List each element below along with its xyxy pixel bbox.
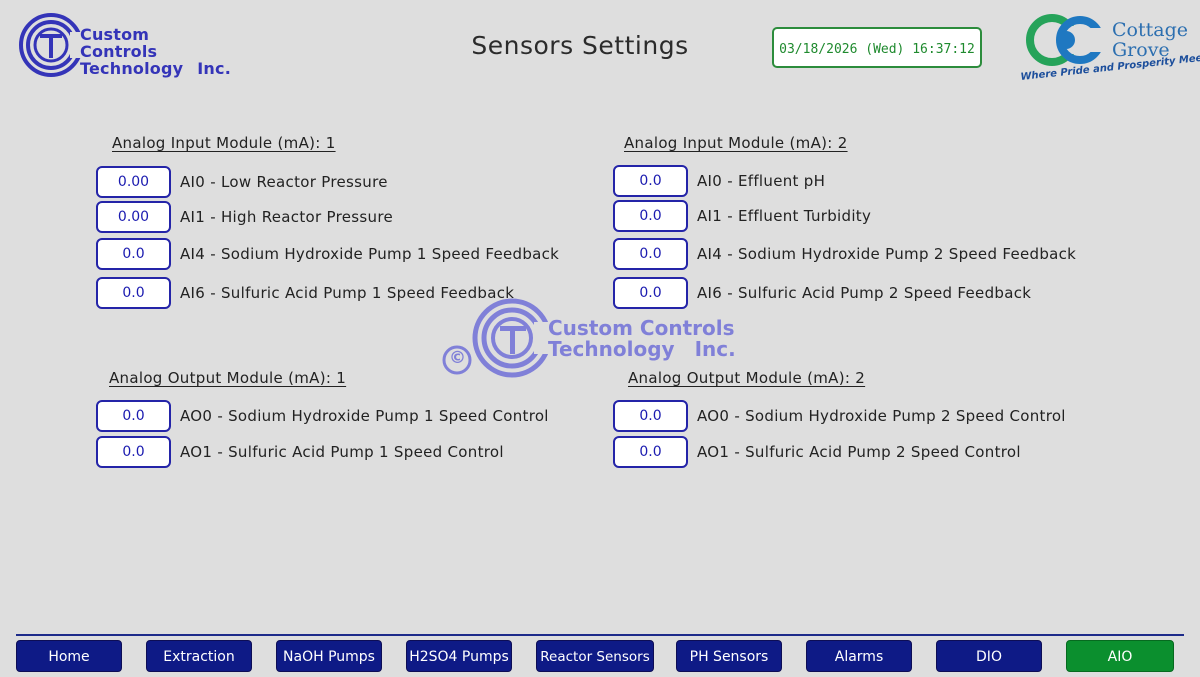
watermark-wordmark: Custom Controls Technology Inc. [548, 316, 736, 361]
ai1-row-ai4: 0.0 AI4 - Sodium Hydroxide Pump 1 Speed … [96, 238, 559, 270]
ao2-ao1-label: AO1 - Sulfuric Acid Pump 2 Speed Control [697, 443, 1021, 461]
cottage-grove-wordmark: Cottage Grove [1112, 19, 1188, 61]
ai1-ai6-value-field[interactable]: 0.0 [96, 277, 171, 309]
watermark-copyright-symbol: © [449, 348, 466, 368]
nav-aio-button[interactable]: AIO [1066, 640, 1174, 672]
ai1-ai0-value-field[interactable]: 0.00 [96, 166, 171, 198]
ai2-row-ai4: 0.0 AI4 - Sodium Hydroxide Pump 2 Speed … [613, 238, 1076, 270]
nav-reactor-sensors-button[interactable]: Reactor Sensors [536, 640, 654, 672]
analog-output-2-title: Analog Output Module (mA): 2 [628, 369, 866, 387]
ai2-ai4-value-field[interactable]: 0.0 [613, 238, 688, 270]
ai1-ai0-label: AI0 - Low Reactor Pressure [180, 173, 388, 191]
ao1-ao1-value-field[interactable]: 0.0 [96, 436, 171, 468]
ai1-ai1-label: AI1 - High Reactor Pressure [180, 208, 393, 226]
ai1-ai4-value-field[interactable]: 0.0 [96, 238, 171, 270]
ao2-row-ao1: 0.0 AO1 - Sulfuric Acid Pump 2 Speed Con… [613, 436, 1021, 468]
analog-input-2-title: Analog Input Module (mA): 2 [624, 134, 848, 152]
nav-naoh-pumps-button[interactable]: NaOH Pumps [276, 640, 382, 672]
nav-dio-button[interactable]: DIO [936, 640, 1042, 672]
ai1-row-ai1: 0.00 AI1 - High Reactor Pressure [96, 201, 393, 233]
nav-h2so4-pumps-button[interactable]: H2SO4 Pumps [406, 640, 512, 672]
nav-alarms-button[interactable]: Alarms [806, 640, 912, 672]
ao1-row-ao1: 0.0 AO1 - Sulfuric Acid Pump 1 Speed Con… [96, 436, 504, 468]
ai2-row-ai0: 0.0 AI0 - Effluent pH [613, 165, 825, 197]
ai2-ai0-label: AI0 - Effluent pH [697, 172, 826, 190]
page-title: Sensors Settings [471, 31, 689, 60]
ao1-ao1-label: AO1 - Sulfuric Acid Pump 1 Speed Control [180, 443, 504, 461]
nav-extraction-button[interactable]: Extraction [146, 640, 252, 672]
ai2-ai1-label: AI1 - Effluent Turbidity [697, 207, 872, 225]
analog-output-1-title: Analog Output Module (mA): 1 [109, 369, 347, 387]
ao2-ao0-label: AO0 - Sodium Hydroxide Pump 2 Speed Cont… [697, 407, 1066, 425]
ao2-ao1-value-field[interactable]: 0.0 [613, 436, 688, 468]
analog-input-1-title: Analog Input Module (mA): 1 [112, 134, 336, 152]
ai1-ai1-value-field[interactable]: 0.00 [96, 201, 171, 233]
ai2-ai4-label: AI4 - Sodium Hydroxide Pump 2 Speed Feed… [697, 245, 1077, 263]
ai1-ai4-label: AI4 - Sodium Hydroxide Pump 1 Speed Feed… [180, 245, 560, 263]
ai2-ai1-value-field[interactable]: 0.0 [613, 200, 688, 232]
ai2-row-ai1: 0.0 AI1 - Effluent Turbidity [613, 200, 871, 232]
ai2-ai6-label: AI6 - Sulfuric Acid Pump 2 Speed Feedbac… [697, 284, 1032, 302]
ao2-row-ao0: 0.0 AO0 - Sodium Hydroxide Pump 2 Speed … [613, 400, 1066, 432]
ai2-ai0-value-field[interactable]: 0.0 [613, 165, 688, 197]
ai1-row-ai0: 0.00 AI0 - Low Reactor Pressure [96, 166, 388, 198]
ao2-ao0-value-field[interactable]: 0.0 [613, 400, 688, 432]
nav-divider [16, 634, 1184, 636]
nav-home-button[interactable]: Home [16, 640, 122, 672]
ao1-ao0-value-field[interactable]: 0.0 [96, 400, 171, 432]
ao1-ao0-label: AO0 - Sodium Hydroxide Pump 1 Speed Cont… [180, 407, 549, 425]
cottage-grove-logo: Cottage Grove Where Pride and Prosperity… [1020, 10, 1200, 92]
datetime-display: 03/18/2026 (Wed) 16:37:12 [772, 27, 982, 68]
ao1-row-ao0: 0.0 AO0 - Sodium Hydroxide Pump 1 Speed … [96, 400, 549, 432]
nav-ph-sensors-button[interactable]: PH Sensors [676, 640, 782, 672]
